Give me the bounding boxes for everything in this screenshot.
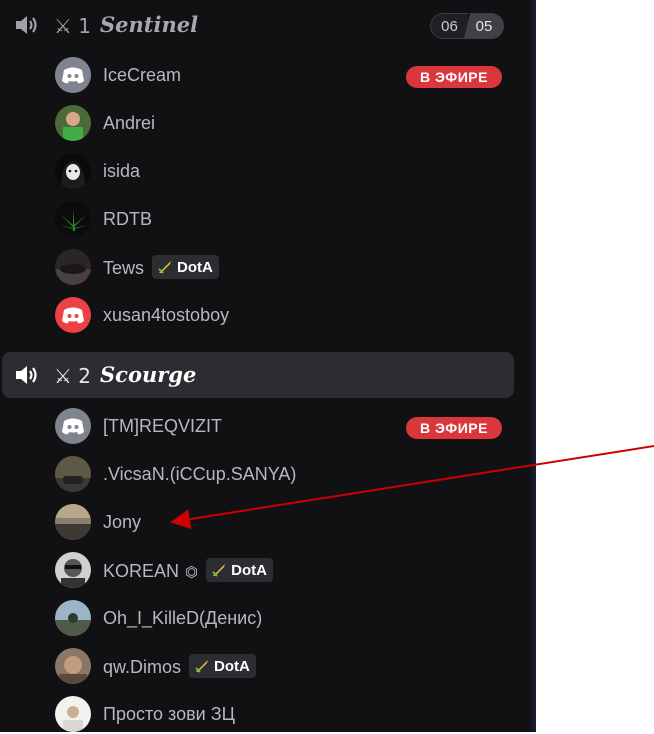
annotation-arrow-icon bbox=[170, 445, 654, 530]
